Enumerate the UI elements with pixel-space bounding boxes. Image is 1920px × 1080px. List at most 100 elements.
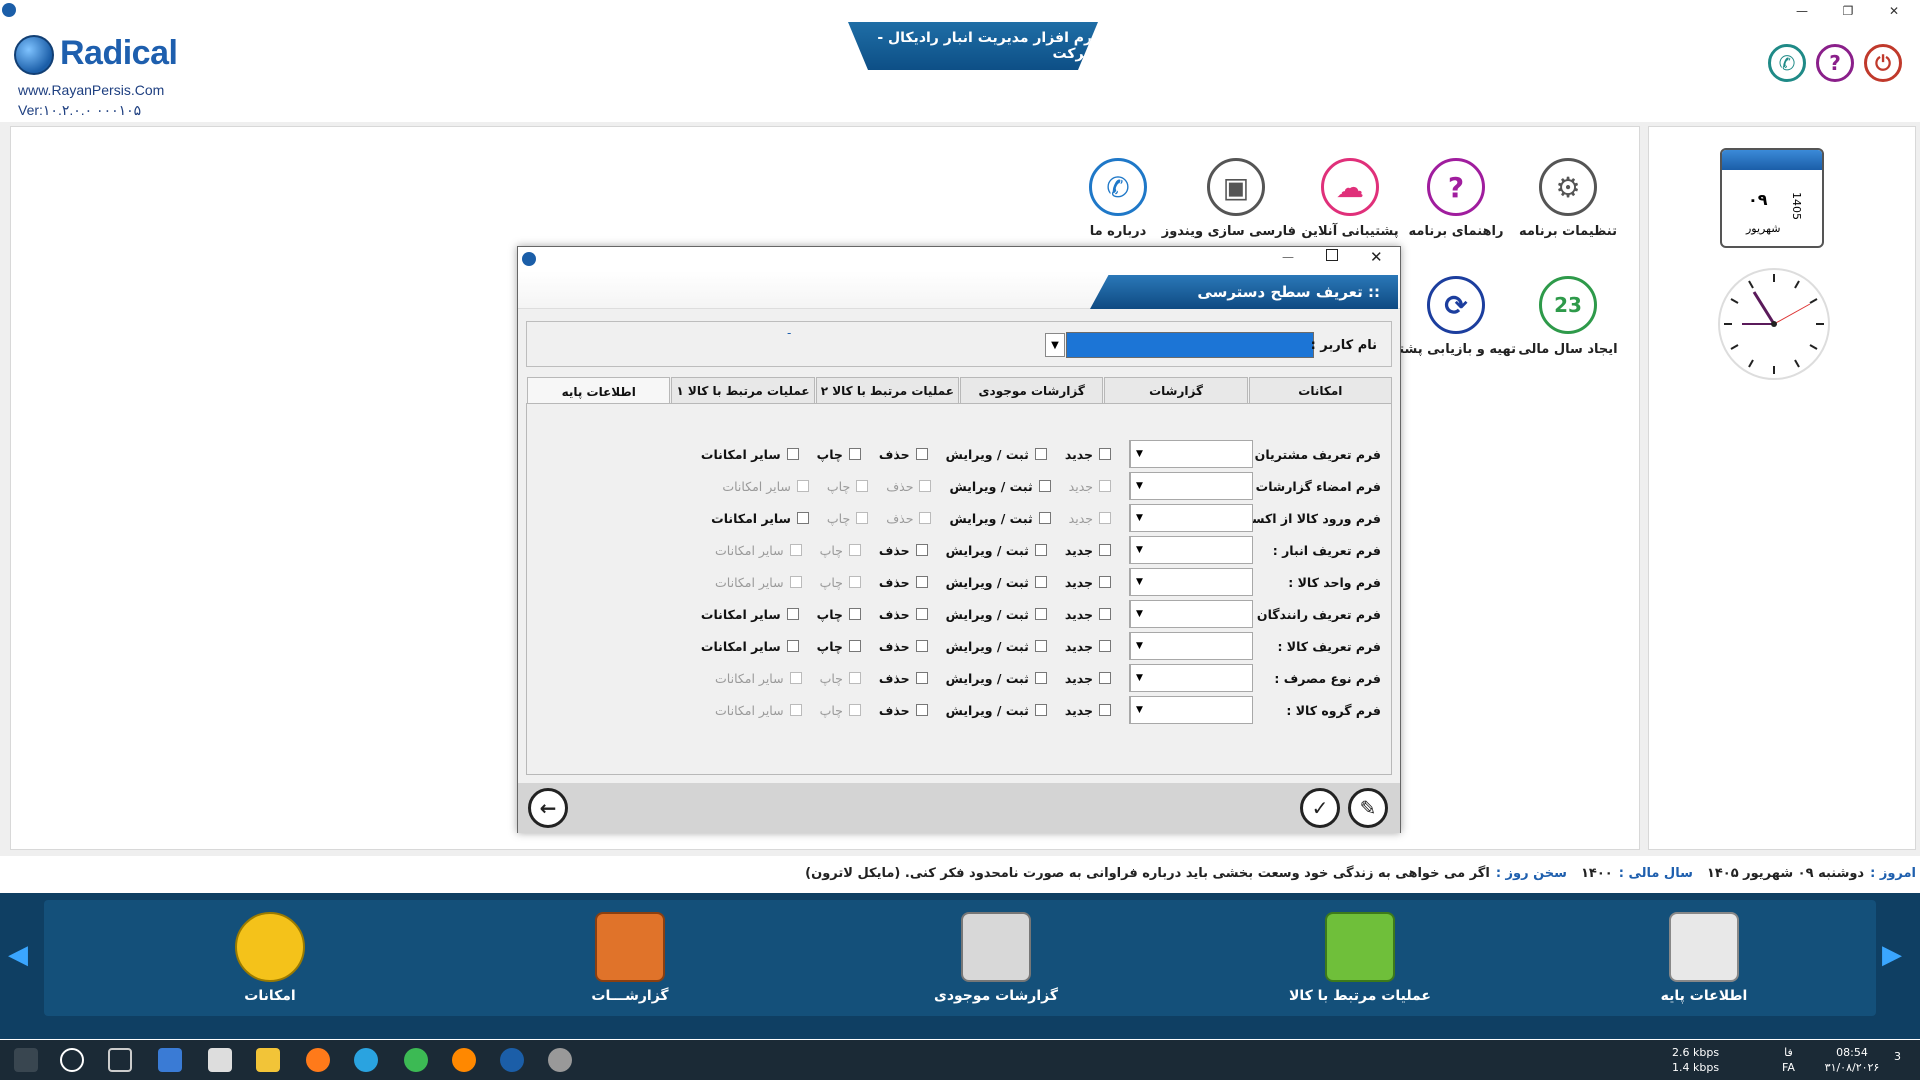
access-level-combo[interactable]: ▼ — [1129, 632, 1253, 660]
checkbox-other-features[interactable]: سایر امکانات — [715, 671, 802, 686]
checkbox-new[interactable]: جدید — [1065, 671, 1111, 686]
checkbox-box[interactable] — [796, 512, 809, 524]
checkbox-box[interactable] — [1099, 544, 1111, 556]
checkbox-delete[interactable]: حذف — [879, 607, 928, 622]
user-name-select[interactable]: ▼ — [1045, 332, 1314, 358]
checkbox-delete[interactable]: حذف — [879, 447, 928, 462]
checkbox-box[interactable] — [1099, 672, 1111, 684]
checkbox-save-edit[interactable]: ثبت / ویرایش — [946, 703, 1047, 718]
folder-icon[interactable] — [256, 1048, 280, 1072]
checkbox-box[interactable] — [1034, 544, 1047, 556]
chevron-down-icon[interactable]: ▼ — [1045, 333, 1065, 357]
checkbox-print[interactable]: چاپ — [820, 671, 861, 686]
checkbox-print[interactable]: چاپ — [820, 543, 861, 558]
radical-taskbar-icon[interactable] — [500, 1048, 524, 1072]
checkbox-box[interactable] — [848, 576, 861, 588]
checkbox-box[interactable] — [848, 672, 861, 684]
checkbox-box[interactable] — [848, 544, 861, 556]
checkbox-box[interactable] — [848, 448, 861, 460]
dialog-close-button[interactable]: ✕ — [1370, 248, 1383, 266]
checkbox-box[interactable] — [915, 640, 928, 652]
store-icon[interactable] — [158, 1048, 182, 1072]
tile-help[interactable]: ? راهنمای برنامه — [1396, 158, 1516, 239]
checkbox-save-edit[interactable]: ثبت / ویرایش — [946, 671, 1047, 686]
checkbox-box[interactable] — [789, 704, 802, 716]
checkbox-delete[interactable]: حذف — [879, 703, 928, 718]
checkbox-box[interactable] — [1099, 608, 1111, 620]
clock-tray[interactable]: 08:54 ۳۱/۰۸/۲۰۲۶ — [1812, 1045, 1892, 1075]
checkbox-delete[interactable]: حذف — [886, 511, 932, 526]
messenger-icon[interactable] — [452, 1048, 476, 1072]
access-level-combo[interactable]: ▼ — [1129, 568, 1253, 596]
chevron-down-icon[interactable]: ▼ — [1130, 633, 1148, 659]
minimize-button[interactable]: — — [1780, 0, 1824, 22]
tile-backup[interactable]: ⟳ تهیه و بازیابی پشتیبان — [1373, 276, 1516, 357]
checkbox-save-edit[interactable]: ثبت / ویرایش — [946, 639, 1047, 654]
checkbox-new[interactable]: جدید — [1065, 703, 1111, 718]
checkbox-print[interactable]: چاپ — [827, 511, 869, 526]
arrow-left-icon[interactable]: ◀ — [8, 940, 38, 970]
checkbox-box[interactable] — [796, 480, 809, 492]
checkbox-other-features[interactable]: سایر امکانات — [711, 511, 809, 526]
menu-inventory-reports[interactable]: گزارشات موجودی — [896, 912, 1096, 1004]
chevron-down-icon[interactable]: ▼ — [1130, 569, 1148, 595]
checkbox-print[interactable]: چاپ — [820, 703, 861, 718]
checkbox-box[interactable] — [1038, 512, 1051, 524]
telegram-icon[interactable] — [354, 1048, 378, 1072]
tab-base-info[interactable]: اطلاعات پایه — [527, 377, 671, 405]
phone-icon[interactable]: ✆ — [1768, 44, 1806, 82]
chrome-icon[interactable] — [404, 1048, 428, 1072]
tile-online-support[interactable]: ☁ پشتیبانی آنلاین — [1290, 158, 1410, 239]
checkbox-box[interactable] — [856, 480, 869, 492]
tile-settings[interactable]: ⚙ تنظیمات برنامه — [1508, 158, 1628, 239]
checkbox-other-features[interactable]: سایر امکانات — [701, 639, 799, 654]
checkbox-box[interactable] — [1034, 704, 1047, 716]
access-level-combo[interactable]: ▼ — [1129, 600, 1253, 628]
checkbox-box[interactable] — [848, 608, 861, 620]
checkbox-box[interactable] — [919, 480, 932, 492]
chevron-down-icon[interactable]: ▼ — [1130, 665, 1148, 691]
access-level-combo[interactable]: ▼ — [1129, 536, 1253, 564]
chevron-down-icon[interactable]: ▼ — [1130, 697, 1148, 723]
checkbox-box[interactable] — [1034, 640, 1047, 652]
checkbox-box[interactable] — [1034, 448, 1047, 460]
checkbox-box[interactable] — [786, 640, 799, 652]
checkbox-print[interactable]: چاپ — [817, 639, 861, 654]
menu-goods-operations[interactable]: عملیات مرتبط با کالا — [1260, 912, 1460, 1004]
checkbox-box[interactable] — [1038, 480, 1051, 492]
checkbox-box[interactable] — [1099, 704, 1111, 716]
checkbox-box[interactable] — [915, 544, 928, 556]
arrow-right-icon[interactable]: ▶ — [1882, 940, 1912, 970]
task-view-icon[interactable] — [108, 1048, 132, 1072]
tab-reports[interactable]: گزارشات — [1104, 377, 1248, 403]
checkbox-print[interactable]: چاپ — [817, 607, 861, 622]
checkbox-box[interactable] — [1099, 576, 1111, 588]
checkbox-box[interactable] — [1099, 480, 1111, 492]
access-level-combo[interactable]: ▼ — [1129, 472, 1253, 500]
checkbox-box[interactable] — [915, 704, 928, 716]
checkbox-print[interactable]: چاپ — [820, 575, 861, 590]
checkbox-box[interactable] — [1034, 608, 1047, 620]
tile-fiscal-year[interactable]: 23 ایجاد سال مالی — [1508, 276, 1628, 357]
checkbox-new[interactable]: جدید — [1065, 543, 1111, 558]
checkbox-other-features[interactable]: سایر امکانات — [701, 607, 799, 622]
tab-goods-ops-2[interactable]: عملیات مرتبط با کالا ۲ — [815, 377, 960, 403]
checkbox-box[interactable] — [1034, 672, 1047, 684]
checkbox-box[interactable] — [915, 672, 928, 684]
dialog-minimize-button[interactable]: — — [1282, 250, 1294, 264]
tile-windows-persian[interactable]: ▣ فارسی سازی ویندوز — [1162, 158, 1296, 239]
checkbox-new[interactable]: جدید — [1065, 575, 1111, 590]
checkbox-box[interactable] — [919, 512, 932, 524]
chevron-down-icon[interactable]: ▼ — [1130, 505, 1148, 531]
tile-about[interactable]: ✆ درباره ما — [1058, 158, 1178, 239]
confirm-button[interactable]: ✓ — [1300, 788, 1340, 828]
checkbox-box[interactable] — [1099, 448, 1111, 460]
checkbox-print[interactable]: چاپ — [827, 479, 869, 494]
checkbox-delete[interactable]: حذف — [879, 671, 928, 686]
checkbox-new[interactable]: جدید — [1069, 511, 1111, 526]
checkbox-delete[interactable]: حذف — [886, 479, 932, 494]
checkbox-box[interactable] — [1099, 640, 1111, 652]
back-button[interactable]: ← — [528, 788, 568, 828]
checkbox-save-edit[interactable]: ثبت / ویرایش — [949, 479, 1051, 494]
checkbox-box[interactable] — [1099, 512, 1111, 524]
